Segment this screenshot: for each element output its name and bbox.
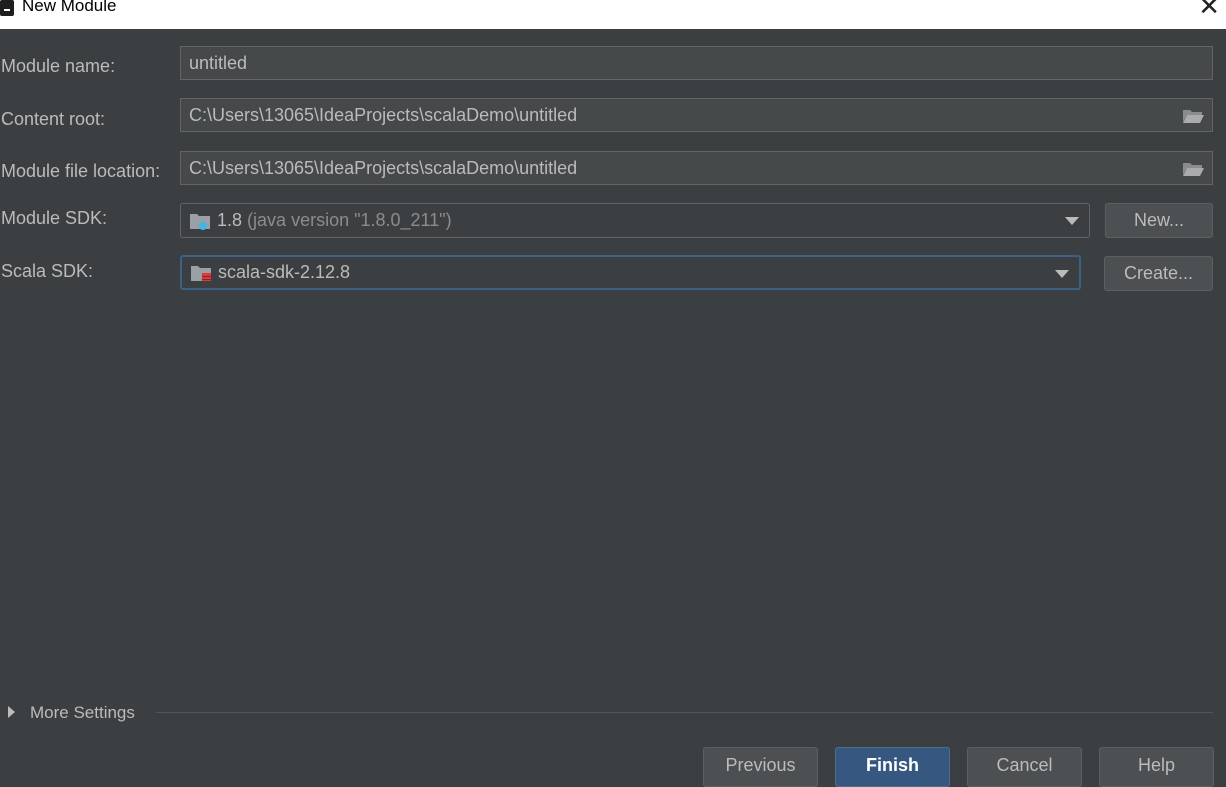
scala-sdk-value: scala-sdk-2.12.8 [218, 262, 351, 282]
content-root-label: Content root: [1, 109, 106, 129]
chevron-down-icon[interactable] [1055, 270, 1069, 278]
module-file-location-label: Module file location: [1, 161, 161, 181]
more-settings-toggle[interactable]: More Settings [8, 702, 135, 724]
module-name-label: Module name: [1, 56, 116, 76]
jdk-folder-icon [190, 214, 210, 230]
module-sdk-value: 1.8 [217, 210, 243, 230]
previous-button[interactable]: Previous [703, 747, 818, 787]
window-title: New Module [22, 0, 117, 15]
new-sdk-button[interactable]: New... [1105, 203, 1213, 238]
scala-sdk-dropdown[interactable]: scala-sdk-2.12.8 [180, 255, 1081, 290]
create-sdk-button[interactable]: Create... [1104, 256, 1213, 291]
folder-open-icon[interactable] [1182, 161, 1204, 177]
chevron-right-icon [8, 706, 15, 718]
module-name-value: untitled [189, 53, 248, 73]
module-sdk-detail: (java version "1.8.0_211") [247, 210, 452, 230]
chevron-down-icon[interactable] [1065, 217, 1079, 225]
module-file-location-value: C:\Users\13065\IdeaProjects\scalaDemo\un… [189, 158, 578, 178]
module-file-location-input[interactable]: C:\Users\13065\IdeaProjects\scalaDemo\un… [180, 151, 1213, 185]
cancel-button[interactable]: Cancel [967, 747, 1082, 787]
finish-button[interactable]: Finish [835, 747, 950, 787]
divider [156, 712, 1213, 713]
close-icon[interactable]: ✕ [1198, 0, 1220, 20]
intellij-app-icon [0, 0, 14, 16]
content-root-value: C:\Users\13065\IdeaProjects\scalaDemo\un… [189, 105, 578, 125]
help-button[interactable]: Help [1099, 747, 1214, 787]
title-bar: New Module ✕ [0, 0, 1226, 29]
content-root-input[interactable]: C:\Users\13065\IdeaProjects\scalaDemo\un… [180, 98, 1213, 132]
module-sdk-label: Module SDK: [1, 208, 108, 228]
module-sdk-dropdown[interactable]: 1.8 (java version "1.8.0_211") [180, 203, 1090, 238]
library-folder-icon [191, 266, 211, 281]
module-name-input[interactable]: untitled [180, 46, 1213, 80]
scala-sdk-label: Scala SDK: [1, 261, 94, 281]
folder-open-icon[interactable] [1182, 108, 1204, 124]
more-settings-label: More Settings [30, 703, 135, 722]
